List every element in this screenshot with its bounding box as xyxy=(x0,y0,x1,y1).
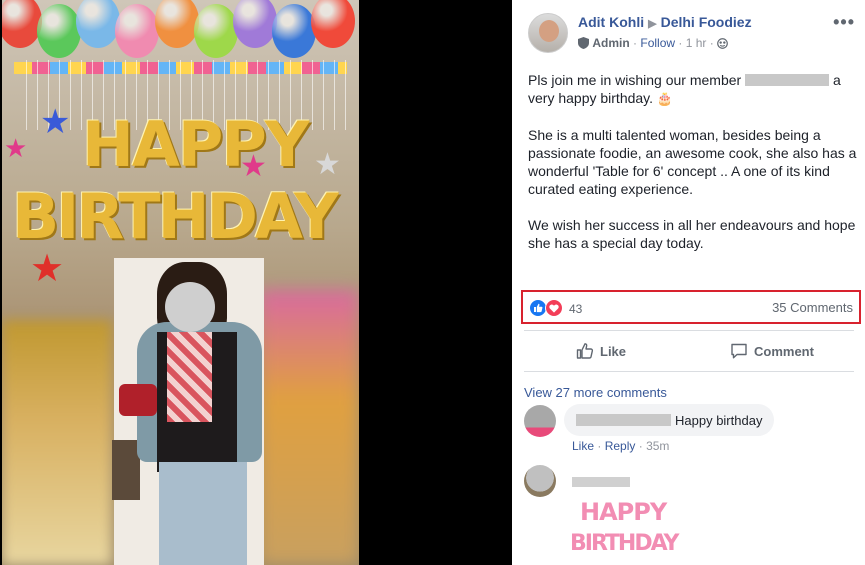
love-reaction-icon[interactable] xyxy=(545,299,563,317)
comment-text: Happy birthday xyxy=(675,412,763,428)
blurred-face xyxy=(165,282,215,332)
comments-count[interactable]: 35 Comments xyxy=(772,300,853,315)
post-paragraph: Pls join me in wishing our member a very… xyxy=(528,71,858,108)
admin-badge: Admin xyxy=(592,36,630,50)
divider xyxy=(524,330,854,331)
author-avatar[interactable] xyxy=(528,13,568,53)
star-icon: ★ xyxy=(30,248,65,290)
reaction-count[interactable]: 43 xyxy=(569,302,582,316)
balloon xyxy=(76,0,121,48)
view-more-comments-link[interactable]: View 27 more comments xyxy=(524,385,667,400)
handbag xyxy=(119,384,157,416)
commenter-name-redacted[interactable] xyxy=(576,414,671,426)
balloon xyxy=(193,4,238,58)
balloon xyxy=(154,0,199,48)
balloon xyxy=(232,0,277,48)
shield-icon xyxy=(578,37,589,49)
tagged-member-redacted[interactable] xyxy=(745,74,830,86)
sticker-line2: BIRTHDAY xyxy=(570,531,679,556)
star-icon: ★ xyxy=(40,103,71,141)
balloon xyxy=(115,4,160,58)
balloon xyxy=(2,0,42,48)
post-text: Pls join me in wishing our member xyxy=(528,72,742,88)
like-button[interactable]: Like xyxy=(576,334,626,368)
post-paragraph: She is a multi talented woman, besides b… xyxy=(528,127,857,197)
group-name[interactable]: Delhi Foodiez xyxy=(661,14,752,30)
birthday-sticker: HAPPY BIRTHDAY xyxy=(568,500,679,565)
author-name[interactable]: Adit Kohli xyxy=(578,14,644,30)
comment-label: Comment xyxy=(754,343,814,359)
reactions-bar: 43 35 Comments xyxy=(521,290,861,324)
cake-emoji: 🎂 xyxy=(656,91,674,106)
play-arrow-icon: ▶ xyxy=(648,18,657,30)
divider xyxy=(524,371,854,372)
follow-link[interactable]: Follow xyxy=(640,36,675,50)
comment-like-link[interactable]: Like xyxy=(572,439,594,453)
comment-reply-link[interactable]: Reply xyxy=(605,439,636,453)
photo-viewer: HAPPY BIRTHDAY ★ ★ ★ ★ ★ xyxy=(0,0,512,565)
person xyxy=(119,262,267,565)
thumbs-up-icon xyxy=(576,343,594,359)
more-icon[interactable]: ••• xyxy=(833,12,855,33)
comment-actions: Like · Reply · 35m xyxy=(572,439,670,453)
post-header: Adit Kohli ▶ Delhi Foodiez Admin · Follow … xyxy=(512,0,865,60)
star-icon: ★ xyxy=(314,148,341,181)
stand xyxy=(112,440,140,500)
balloon xyxy=(271,4,316,58)
commenter-name-redacted[interactable] xyxy=(572,477,630,487)
post-paragraph: We wish her success in all her endeavour… xyxy=(528,217,856,251)
commenter-avatar[interactable] xyxy=(524,465,556,497)
comment-button[interactable]: Comment xyxy=(730,334,814,368)
globe-icon xyxy=(717,38,728,49)
banner-line2: BIRTHDAY xyxy=(12,180,339,253)
commenter-avatar[interactable] xyxy=(524,405,556,437)
post-meta: Admin · Follow · 1 hr · xyxy=(578,36,728,50)
star-icon: ★ xyxy=(240,150,267,183)
comment-bubble: Happy birthday xyxy=(564,404,775,436)
star-icon: ★ xyxy=(4,133,28,163)
post-photo[interactable]: HAPPY BIRTHDAY ★ ★ ★ ★ ★ xyxy=(2,0,359,565)
photo-blur-left xyxy=(2,320,112,565)
post-time[interactable]: 1 hr xyxy=(686,36,707,50)
comment-time[interactable]: 35m xyxy=(646,439,669,453)
balloon xyxy=(311,0,355,48)
sticker-line1: HAPPY xyxy=(580,498,667,526)
photo-blur-right xyxy=(259,290,359,565)
banner-line1: HAPPY xyxy=(82,108,310,181)
post-author-line: Adit Kohli ▶ Delhi Foodiez xyxy=(578,14,752,30)
post-body: Pls join me in wishing our member a very… xyxy=(528,71,858,270)
like-label: Like xyxy=(600,343,627,359)
comment-bubble-icon xyxy=(731,343,747,359)
balloon xyxy=(37,4,82,58)
post-panel: Adit Kohli ▶ Delhi Foodiez Admin · Follow … xyxy=(512,0,865,565)
